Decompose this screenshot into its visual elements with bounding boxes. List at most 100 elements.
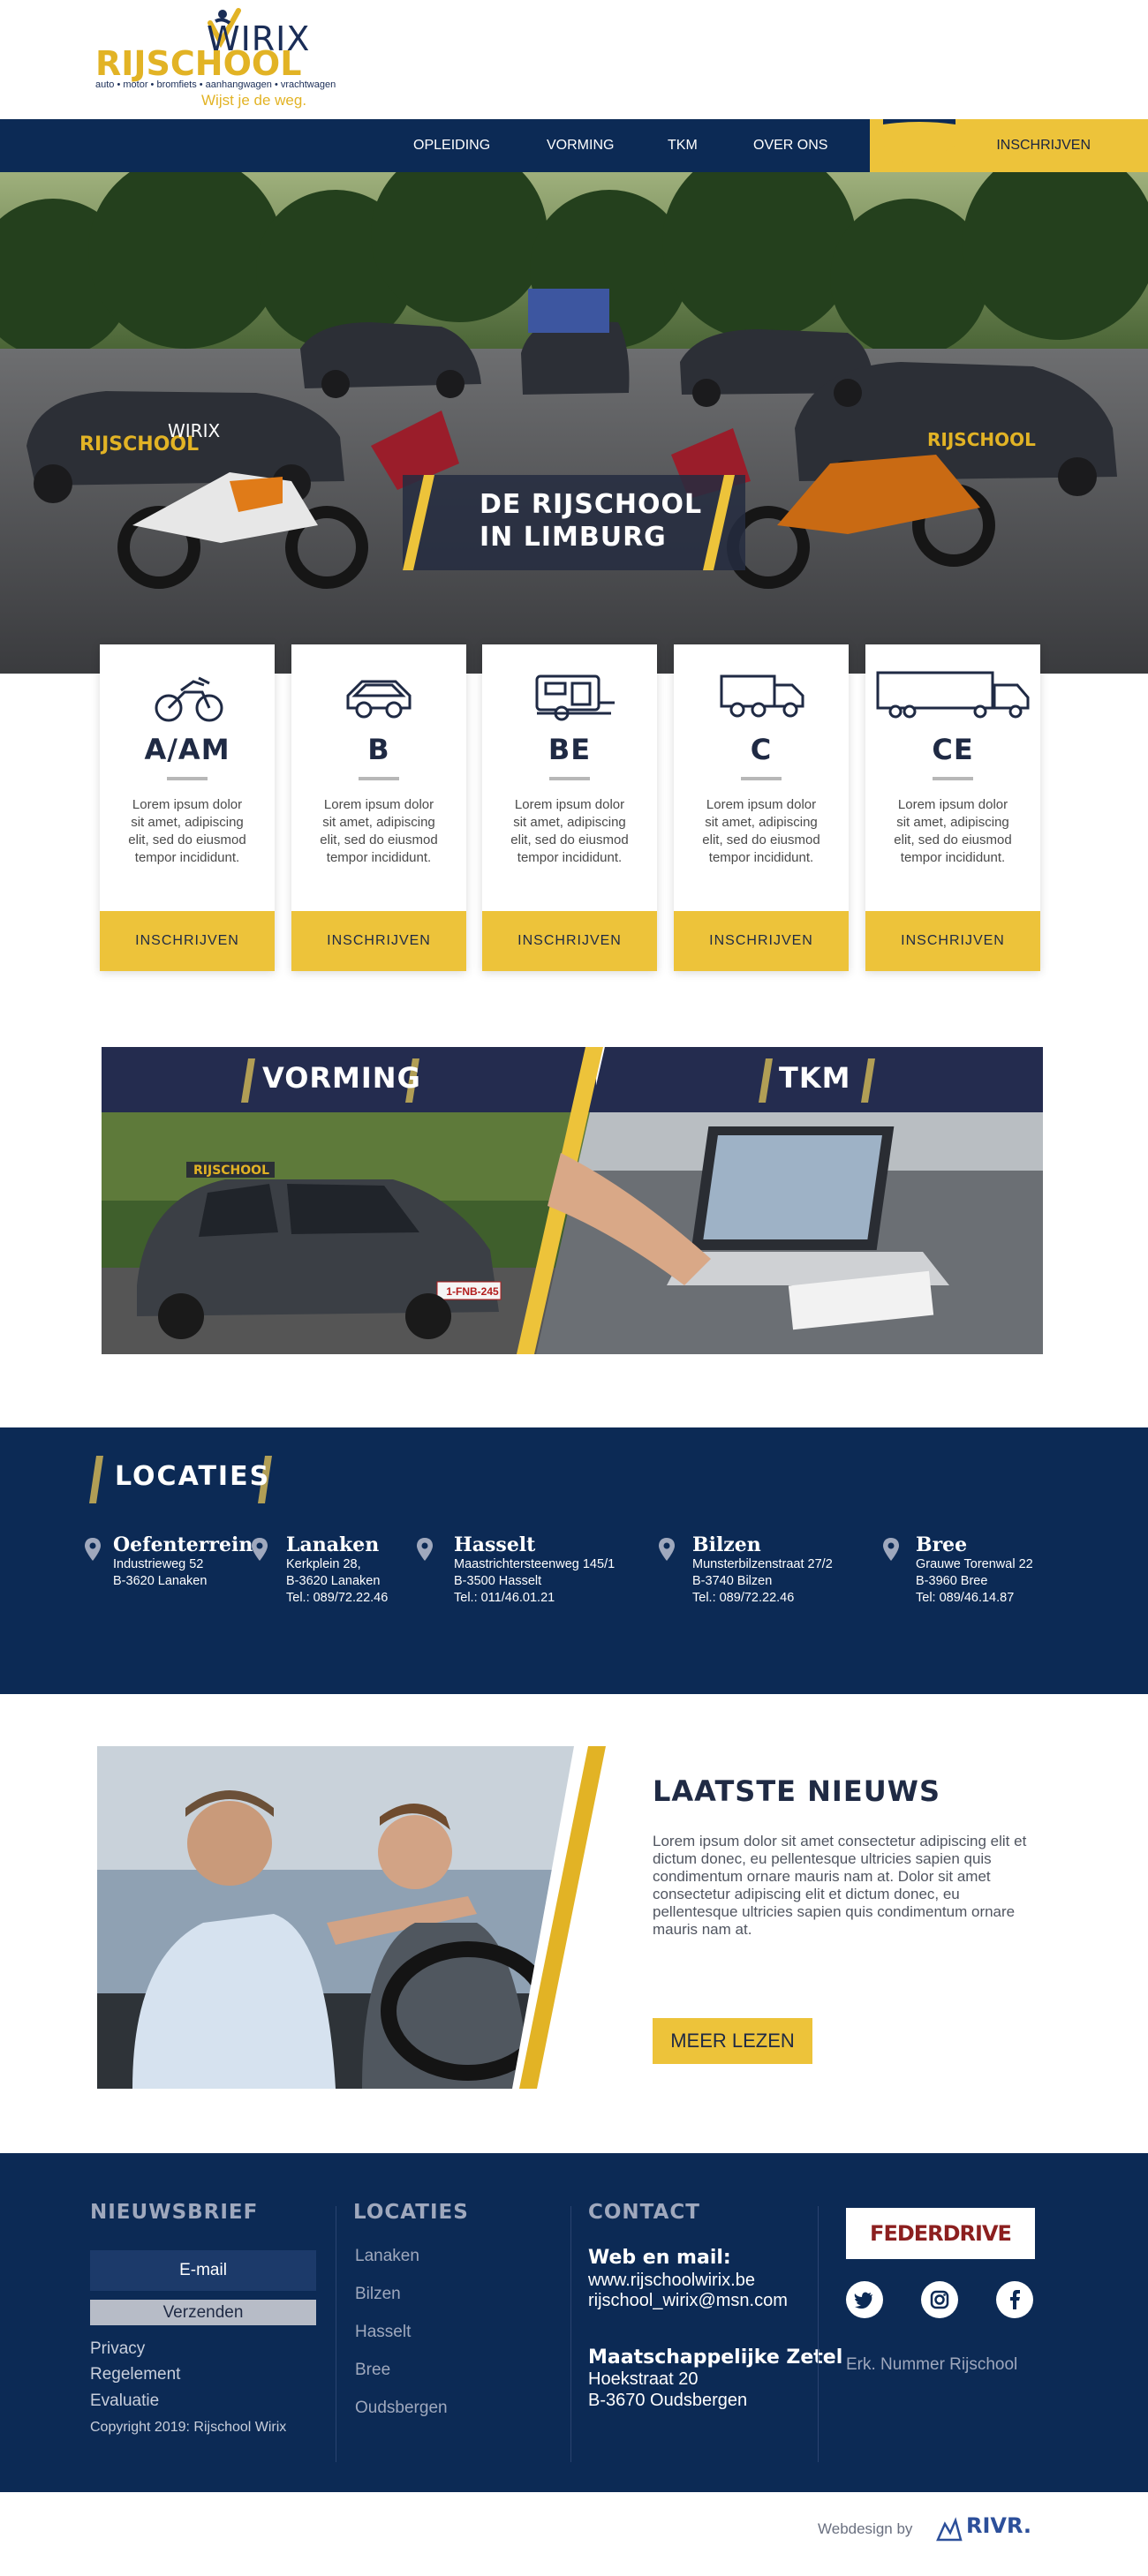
inschrijven-button[interactable]: INSCHRIJVEN — [482, 911, 657, 971]
footer-divider — [570, 2206, 571, 2462]
meer-lezen-button[interactable]: MEER LEZEN — [653, 2018, 812, 2064]
nav-opleiding[interactable]: OPLEIDING — [413, 119, 490, 172]
news-image — [97, 1746, 606, 2089]
caravan-icon — [535, 674, 615, 721]
license-card-ce: CE Lorem ipsum dolor sit amet, adipiscin… — [865, 644, 1040, 971]
footer-reglement-link[interactable]: Regelement — [90, 2365, 180, 2384]
license-card-c: C Lorem ipsum dolor sit amet, adipiscing… — [674, 644, 849, 971]
svg-text:RIJSCHOOL: RIJSCHOOL — [927, 429, 1036, 450]
inschrijven-button[interactable]: INSCHRIJVEN — [865, 911, 1040, 971]
vorming-title[interactable]: VORMING — [262, 1061, 421, 1095]
motorcycle-icon — [155, 676, 223, 722]
license-card-a-am: A/AM Lorem ipsum dolor sit amet, adipisc… — [100, 644, 275, 971]
card-text: Lorem ipsum dolor sit amet, adipiscing e… — [320, 797, 438, 865]
contact-website-link[interactable]: www.rijschoolwirix.be — [588, 2271, 755, 2291]
card-code: CE — [932, 733, 974, 766]
location-street: Grauwe Torenwal 22 — [916, 1557, 1033, 1571]
rivr-logo-text: RIVR. — [966, 2513, 1032, 2538]
footer-newsletter-title: NIEUWSBRIEF — [90, 2201, 259, 2224]
svg-text:RIJSCHOOL: RIJSCHOOL — [193, 1164, 269, 1178]
contact-email-link[interactable]: rijschool_wirix@msn.com — [588, 2291, 788, 2311]
contact-zetel-city: B-3670 Oudsbergen — [588, 2391, 748, 2410]
card-text: Lorem ipsum dolor sit amet, adipiscing e… — [510, 797, 629, 865]
card-divider — [359, 777, 399, 780]
hero-title-line2: IN LIMBURG — [480, 522, 667, 553]
card-text: Lorem ipsum dolor sit amet, adipiscing e… — [702, 797, 820, 865]
inschrijven-button[interactable]: INSCHRIJVEN — [674, 911, 849, 971]
map-pin-icon — [252, 1538, 268, 1561]
hero-title-line1: DE RIJSCHOOL — [480, 489, 703, 520]
tkm-title[interactable]: TKM — [779, 1061, 850, 1095]
nav-over-ons[interactable]: OVER ONS — [753, 119, 827, 172]
location-phone: Tel.: 089/72.22.46 — [286, 1591, 389, 1605]
logo-subtitle: auto • motor • bromfiets • aanhangwagen … — [95, 79, 336, 90]
inschrijven-button[interactable]: INSCHRIJVEN — [291, 911, 466, 971]
newsletter-send-button[interactable]: Verzenden — [90, 2300, 316, 2325]
footer-evaluatie-link[interactable]: Evaluatie — [90, 2391, 159, 2411]
location-lanaken: Lanaken Kerkplein 28, B-3620 Lanaken Tel… — [286, 1533, 388, 1607]
map-pin-icon — [85, 1538, 101, 1561]
semi-truck-icon — [876, 671, 1030, 719]
instagram-icon[interactable] — [921, 2281, 958, 2318]
logo-slogan: Wijst je de weg. — [201, 92, 307, 109]
card-divider — [933, 777, 973, 780]
hero-title: DE RIJSCHOOL IN LIMBURG — [480, 488, 702, 554]
card-code: C — [750, 733, 773, 766]
card-code: A/AM — [144, 733, 230, 766]
location-name: Hasselt — [454, 1533, 536, 1556]
footer-divider — [818, 2206, 819, 2462]
rivr-logo-icon — [936, 2517, 963, 2542]
logo[interactable]: WIRIX RIJSCHOOL auto • motor • bromfiets… — [92, 7, 336, 111]
contact-zetel-street: Hoekstraat 20 — [588, 2369, 699, 2389]
location-oefenterrein: Oefenterrein Industrieweg 52 B-3620 Lana… — [113, 1533, 253, 1590]
location-phone: Tel: 089/46.14.87 — [916, 1591, 1015, 1605]
location-city: B-3960 Bree — [916, 1574, 988, 1588]
newsletter-email-input[interactable] — [90, 2250, 316, 2291]
footer-location-oudsbergen[interactable]: Oudsbergen — [355, 2399, 448, 2418]
footer-location-bree[interactable]: Bree — [355, 2361, 390, 2380]
inschrijven-button[interactable]: INSCHRIJVEN — [100, 911, 275, 971]
twitter-icon[interactable] — [846, 2281, 883, 2318]
location-phone: Tel.: 011/46.01.21 — [454, 1591, 555, 1605]
location-bilzen: Bilzen Munsterbilzenstraat 27/2 B-3740 B… — [692, 1533, 833, 1607]
footer-location-bilzen[interactable]: Bilzen — [355, 2285, 401, 2304]
location-name: Bree — [916, 1533, 968, 1556]
card-divider — [167, 777, 208, 780]
location-bree: Bree Grauwe Torenwal 22 B-3960 Bree Tel:… — [916, 1533, 1033, 1607]
location-hasselt: Hasselt Maastrichtersteenweg 145/1 B-350… — [454, 1533, 615, 1607]
car-icon — [346, 680, 412, 719]
federdrive-logo[interactable]: FEDERDRIVE — [846, 2208, 1035, 2259]
location-city: B-3500 Hasselt — [454, 1574, 542, 1588]
location-phone: Tel.: 089/72.22.46 — [692, 1591, 795, 1605]
nav-vorming[interactable]: VORMING — [547, 119, 614, 172]
location-name: Bilzen — [692, 1533, 761, 1556]
locaties-title: LOCATIES — [115, 1461, 271, 1492]
contact-web-label: Web en mail: — [588, 2247, 731, 2269]
location-street: Maastrichtersteenweg 145/1 — [454, 1557, 616, 1571]
footer-location-lanaken[interactable]: Lanaken — [355, 2247, 419, 2266]
contact-zetel-label: Maatschappelijke Zetel — [588, 2346, 843, 2369]
hero-image: RIJSCHOOL WIRIX RIJSCHOOL — [0, 172, 1148, 674]
map-pin-icon — [883, 1538, 899, 1561]
rivr-logo[interactable]: RIVR. — [936, 2512, 1042, 2543]
footer-location-hasselt[interactable]: Hasselt — [355, 2323, 411, 2342]
footer: NIEUWSBRIEF Verzenden Privacy Regelement… — [0, 2153, 1148, 2492]
webdesign-credit: Webdesign by — [818, 2520, 913, 2537]
footer-locaties-title: LOCATIES — [353, 2201, 469, 2224]
truck-icon — [720, 674, 804, 718]
location-city: B-3740 Bilzen — [692, 1574, 773, 1588]
news-title: LAATSTE NIEUWS — [653, 1774, 941, 1808]
map-pin-icon — [417, 1538, 433, 1561]
location-name: Lanaken — [286, 1533, 380, 1556]
nav-tkm[interactable]: TKM — [668, 119, 698, 172]
location-city: B-3620 Lanaken — [286, 1574, 381, 1588]
news-body: Lorem ipsum dolor sit amet consectetur a… — [653, 1833, 1027, 1938]
svg-text:WIRIX: WIRIX — [168, 420, 220, 441]
facebook-icon[interactable] — [996, 2281, 1033, 2318]
erkenningsnummer: Erk. Nummer Rijschool — [846, 2355, 1018, 2374]
footer-privacy-link[interactable]: Privacy — [90, 2339, 145, 2359]
location-street: Kerkplein 28, — [286, 1557, 361, 1571]
logo-school: RIJSCHOOL — [95, 44, 302, 83]
card-text: Lorem ipsum dolor sit amet, adipiscing e… — [128, 797, 246, 865]
footer-contact-title: CONTACT — [588, 2201, 700, 2224]
